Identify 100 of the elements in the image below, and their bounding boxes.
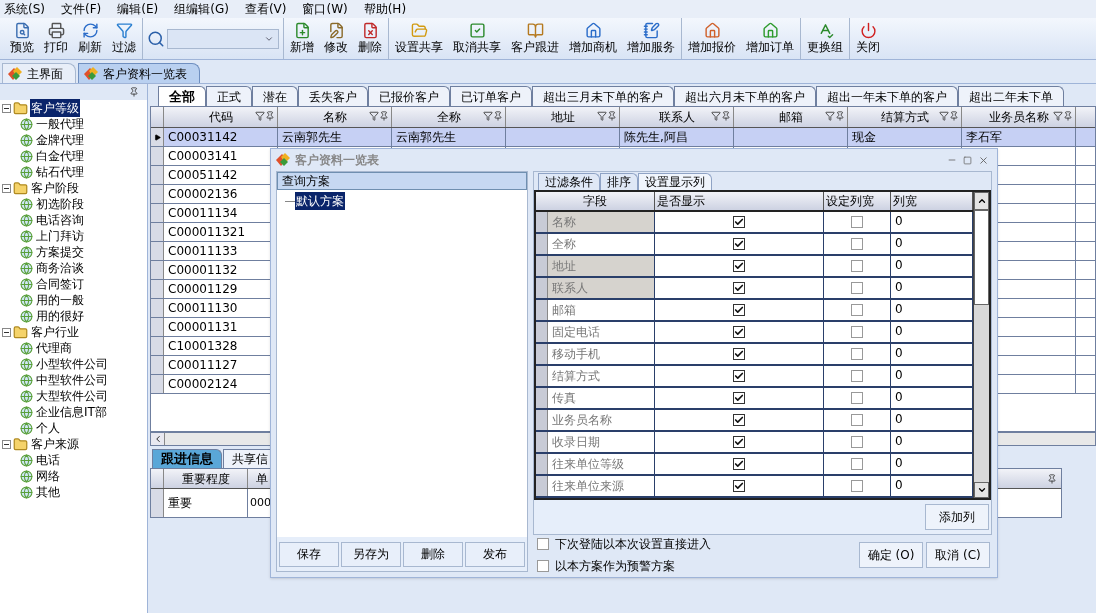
tree-item[interactable]: 一般代理: [36, 115, 84, 133]
toolbar-button[interactable]: 取消共享: [451, 19, 503, 58]
toolbar-button[interactable]: 删除: [356, 19, 384, 58]
column-header[interactable]: 代码: [164, 107, 278, 127]
maximize-icon[interactable]: [963, 155, 972, 165]
menu-item[interactable]: 文件(F): [61, 0, 102, 18]
toolbar-button[interactable]: 增加商机: [567, 19, 619, 58]
collapse-toggle-icon[interactable]: [2, 439, 11, 449]
toolbar-button[interactable]: 预览: [8, 19, 36, 58]
settings-tab[interactable]: 过滤条件: [538, 173, 600, 190]
tree-item[interactable]: 客户等级: [30, 99, 80, 117]
column-header[interactable]: 设定列宽: [823, 192, 891, 210]
customer-tab[interactable]: 全部: [158, 86, 206, 106]
checkbox[interactable]: [850, 480, 863, 492]
tree-item[interactable]: 电话: [36, 451, 60, 469]
customer-tab[interactable]: 已订单客户: [450, 86, 532, 106]
toolbar-button[interactable]: 刷新: [76, 19, 104, 58]
checkbox[interactable]: [732, 458, 745, 470]
tree-item[interactable]: 上门拜访: [36, 227, 84, 245]
tree-item[interactable]: 电话咨询: [36, 211, 84, 229]
toolbar-button[interactable]: 客户跟进: [509, 19, 561, 58]
menu-item[interactable]: 编辑(E): [117, 0, 159, 18]
menu-item[interactable]: 系统(S): [4, 0, 45, 18]
filter-icon[interactable]: [597, 111, 607, 121]
search-field[interactable]: [167, 28, 279, 49]
toolbar-button[interactable]: 增加服务: [625, 19, 677, 58]
column-header[interactable]: 联系人: [620, 107, 734, 127]
toolbar-button[interactable]: 修改: [322, 19, 350, 58]
vertical-scrollbar[interactable]: [973, 192, 989, 498]
pin-icon[interactable]: [721, 111, 731, 121]
scroll-up-button[interactable]: [974, 192, 989, 210]
checkbox[interactable]: [537, 538, 549, 550]
scroll-left-button[interactable]: [151, 433, 165, 445]
settings-tab[interactable]: 设置显示列: [638, 173, 712, 190]
collapse-toggle-icon[interactable]: [2, 183, 11, 193]
dialog-button[interactable]: 取消 (C): [926, 542, 990, 568]
checkbox[interactable]: [850, 414, 863, 426]
tree-item[interactable]: 其他: [36, 483, 60, 501]
menu-item[interactable]: 帮助(H): [363, 0, 407, 18]
tree-item[interactable]: 网络: [36, 467, 60, 485]
toolbar-button[interactable]: 增加订单: [744, 19, 796, 58]
customer-tab[interactable]: 超出二年未下单: [958, 86, 1064, 106]
checkbox[interactable]: [732, 392, 745, 404]
checkbox[interactable]: [850, 458, 863, 470]
checkbox[interactable]: [732, 282, 745, 294]
tree-item[interactable]: 初选阶段: [36, 195, 84, 213]
checkbox[interactable]: [537, 560, 549, 572]
tree-item[interactable]: 用的一般: [36, 291, 84, 309]
customer-tab[interactable]: 超出三月未下单的客户: [532, 86, 674, 106]
menu-item[interactable]: 窗口(W): [302, 0, 348, 18]
toolbar-button[interactable]: 打印: [42, 19, 70, 58]
tree-item[interactable]: 个人: [36, 419, 60, 437]
menu-item[interactable]: 查看(V): [244, 0, 287, 18]
pin-icon[interactable]: [1063, 111, 1073, 121]
customer-tab[interactable]: 正式: [206, 86, 252, 106]
checkbox[interactable]: [850, 370, 863, 382]
toolbar-button[interactable]: 新增: [288, 19, 316, 58]
checkbox[interactable]: [850, 348, 863, 360]
pin-icon[interactable]: [949, 111, 959, 121]
tree-item[interactable]: 企业信息IT部: [36, 403, 107, 421]
customer-tab[interactable]: 已报价客户: [368, 86, 450, 106]
add-column-button[interactable]: 添加列: [925, 504, 989, 530]
dialog-button[interactable]: 另存为: [341, 541, 401, 567]
tree-item[interactable]: 白金代理: [36, 147, 84, 165]
tree-item[interactable]: 中型软件公司: [36, 371, 108, 389]
checkbox[interactable]: [732, 414, 745, 426]
column-header[interactable]: 地址: [506, 107, 620, 127]
tree-item[interactable]: 商务洽谈: [36, 259, 84, 277]
checkbox[interactable]: [732, 370, 745, 382]
tree-item[interactable]: 金牌代理: [36, 131, 84, 149]
tree-item[interactable]: 客户阶段: [30, 179, 80, 197]
dialog-button[interactable]: 删除: [403, 541, 463, 567]
tree-item[interactable]: 客户来源: [30, 435, 80, 453]
pin-icon[interactable]: [835, 111, 845, 121]
row-header[interactable]: [151, 128, 164, 146]
tree-item[interactable]: 默认方案: [295, 192, 345, 210]
pin-icon[interactable]: [129, 87, 139, 97]
toolbar-button[interactable]: 设置共享: [393, 19, 445, 58]
checkbox[interactable]: [732, 260, 745, 272]
toolbar-button[interactable]: 更换组: [805, 19, 845, 58]
table-row[interactable]: C00031142 云南郭先生 云南郭先生 陈先生,阿昌 现金 李石军: [151, 128, 1095, 147]
detail-tab[interactable]: 跟进信息: [152, 449, 222, 468]
column-header[interactable]: 结算方式: [848, 107, 962, 127]
tree-item[interactable]: 钻石代理: [36, 163, 84, 181]
close-icon[interactable]: [978, 154, 989, 166]
filter-icon[interactable]: [369, 111, 379, 121]
column-header[interactable]: 名称: [278, 107, 392, 127]
pin-icon[interactable]: [607, 111, 617, 121]
filter-icon[interactable]: [483, 111, 493, 121]
pin-icon[interactable]: [1047, 473, 1057, 484]
tree-item[interactable]: 合同签订: [36, 275, 84, 293]
pin-icon[interactable]: [265, 111, 275, 121]
dialog-button[interactable]: 保存: [279, 541, 339, 567]
column-header[interactable]: 全称: [392, 107, 506, 127]
dialog-button[interactable]: 确定 (O): [859, 542, 923, 568]
checkbox[interactable]: [732, 238, 745, 250]
filter-icon[interactable]: [255, 111, 265, 121]
toolbar-button[interactable]: 过滤: [110, 19, 138, 58]
settings-tab[interactable]: 排序: [600, 173, 638, 190]
checkbox[interactable]: [850, 436, 863, 448]
